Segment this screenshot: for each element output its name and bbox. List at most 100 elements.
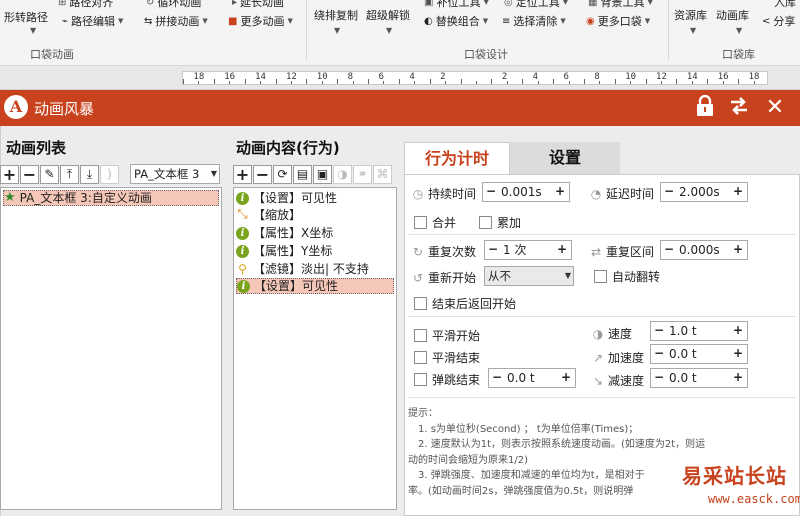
list-item[interactable]: i 【属性】X坐标 [236, 225, 337, 241]
ribbon-stitch-anim[interactable]: ⇆ 拼接动画 ▼ [144, 13, 208, 29]
ribbon-bg-tool[interactable]: ▦ 背景工具 ▼ [588, 0, 653, 10]
bounce-value[interactable]: 0.0 t [505, 369, 557, 387]
list-item[interactable]: ⚲ 【滤镜】淡出| 不支持 [236, 261, 373, 277]
delay-stepper[interactable]: −2.000s + [660, 182, 748, 202]
object-select[interactable]: PA_文本框 3 ▼ [130, 164, 220, 184]
plus-icon[interactable]: + [729, 369, 747, 387]
plus-icon[interactable]: + [729, 183, 747, 201]
restart-select[interactable]: 从不 ▼ [484, 266, 574, 286]
minus-icon[interactable]: − [651, 322, 667, 340]
minus-icon[interactable]: − [651, 369, 667, 387]
add-icon[interactable]: + [233, 165, 252, 184]
ribbon-more-anim[interactable]: ■ 更多动画 ▼ [228, 13, 293, 29]
checkbox-box[interactable] [414, 297, 427, 310]
merge-checkbox[interactable]: 合并 [414, 214, 456, 231]
move-bottom-icon[interactable]: ⤓ [80, 165, 99, 184]
move-top-icon[interactable]: ⤒ [60, 165, 79, 184]
remove-icon[interactable]: − [20, 165, 39, 184]
checkbox-box[interactable] [479, 216, 492, 229]
checkbox-box[interactable] [414, 351, 427, 364]
duration-stepper[interactable]: −0.001s + [482, 182, 570, 202]
edit-icon[interactable]: ✎ [40, 165, 59, 184]
decel-value[interactable]: 0.0 t [667, 369, 729, 387]
ribbon-select-clear[interactable]: ≡ 选择清除 ▼ [502, 13, 566, 29]
ribbon-wrap-copy[interactable]: 绕排复制 [314, 7, 358, 23]
repeat-range-stepper[interactable]: −0.000s + [660, 240, 748, 260]
plus-icon[interactable]: + [557, 369, 575, 387]
bounce-stepper[interactable]: −0.0 t + [488, 368, 576, 388]
ribbon-shape-to-path[interactable]: 形转路径 [4, 9, 48, 25]
ribbon-import[interactable]: 入库 [774, 0, 796, 10]
smooth-start-checkbox[interactable]: 平滑开始 [414, 327, 480, 344]
plus-icon[interactable]: + [729, 345, 747, 363]
minus-icon[interactable]: − [483, 183, 499, 201]
divider [408, 316, 796, 317]
repeat-range-value[interactable]: 0.000s [677, 241, 729, 259]
copy-icon[interactable]: ▤ [293, 165, 312, 184]
minus-icon[interactable]: − [489, 369, 505, 387]
close-icon[interactable]: ✕ [762, 95, 788, 121]
checkbox-box[interactable] [414, 329, 427, 342]
ribbon-share[interactable]: < 分享 [762, 13, 795, 29]
list-item[interactable]: i 【设置】可见性 [236, 278, 394, 294]
plus-icon[interactable]: + [551, 183, 569, 201]
command-icon[interactable]: ⌘ [373, 165, 392, 184]
ruler[interactable]: 18 16 14 12 10 8 6 4 2 2 4 6 8 10 12 14 16 18 [182, 71, 768, 85]
link-icon[interactable]: ⚭ [353, 165, 372, 184]
repeat-value[interactable]: 1 次 [501, 241, 553, 259]
add-icon[interactable]: + [0, 165, 19, 184]
ribbon-fill-tool[interactable]: ▣ 补位工具 ▼ [424, 0, 489, 10]
plus-icon[interactable]: + [729, 241, 747, 259]
refresh-icon[interactable] [726, 95, 752, 121]
list-item[interactable]: ⤡ 【缩放】 [236, 207, 305, 223]
loop-icon[interactable]: ⟳ [273, 165, 292, 184]
accel-stepper[interactable]: −0.0 t + [650, 344, 748, 364]
ribbon-loop-anim[interactable]: ↻ 循环动画 [146, 0, 201, 10]
remove-icon[interactable]: − [253, 165, 272, 184]
bracket-icon[interactable]: ) [100, 165, 119, 184]
return-checkbox[interactable]: 结束后返回开始 [414, 295, 516, 312]
checkbox-box[interactable] [594, 270, 607, 283]
ribbon-resource-lib[interactable]: 资源库 [674, 7, 707, 23]
duration-value[interactable]: 0.001s [499, 183, 551, 201]
auto-reverse-checkbox[interactable]: 自动翻转 [594, 268, 660, 285]
ribbon-locate-tool[interactable]: ◎ 定位工具 ▼ [504, 0, 568, 10]
paste-icon[interactable]: ▣ [313, 165, 332, 184]
repeat-stepper[interactable]: −1 次 + [484, 240, 572, 260]
anim-content-list[interactable]: i 【设置】可见性 ⤡ 【缩放】 i 【属性】X坐标 i 【属性】Y坐标 ⚲ 【滤镜】淡出… [233, 187, 397, 510]
speed-stepper[interactable]: −1.0 t + [650, 321, 748, 341]
anim-list-item[interactable]: ★ PA_文本框 3:自定义动画 [3, 190, 219, 206]
fill-tool-icon: ▣ [424, 0, 434, 8]
ribbon-extend-anim[interactable]: ▸ 延长动画 [232, 0, 284, 10]
accel-value[interactable]: 0.0 t [667, 345, 729, 363]
speed-value[interactable]: 1.0 t [667, 322, 729, 340]
minus-icon[interactable]: − [661, 183, 677, 201]
ribbon-more-pocket[interactable]: ◉ 更多口袋 ▼ [586, 13, 650, 29]
ribbon-replace-group[interactable]: ◐ 替换组合 ▼ [424, 13, 488, 29]
tab-settings[interactable]: 设置 [510, 142, 620, 174]
ribbon-super-unlock[interactable]: 超级解锁 [366, 7, 410, 23]
anim-list[interactable]: ★ PA_文本框 3:自定义动画 [0, 187, 222, 510]
contrast-icon[interactable]: ◑ [333, 165, 352, 184]
repeat-range-label-text: 重复区间 [606, 245, 655, 259]
plus-icon[interactable]: + [729, 322, 747, 340]
list-item[interactable]: i 【属性】Y坐标 [236, 243, 336, 259]
minus-icon[interactable]: − [485, 241, 501, 259]
list-item[interactable]: i 【设置】可见性 [236, 190, 341, 206]
bounce-end-checkbox[interactable]: 弹跳结束 [414, 371, 480, 388]
checkbox-box[interactable] [414, 373, 427, 386]
minus-icon[interactable]: − [651, 345, 667, 363]
decel-stepper[interactable]: −0.0 t + [650, 368, 748, 388]
checkbox-box[interactable] [414, 216, 427, 229]
minus-icon[interactable]: − [661, 241, 677, 259]
accumulate-checkbox[interactable]: 累加 [479, 214, 521, 231]
ribbon-anim-lib[interactable]: 动画库 [716, 7, 749, 23]
plus-icon[interactable]: + [553, 241, 571, 259]
ribbon-path-edit[interactable]: ⌁ 路径编辑 ▼ [62, 13, 123, 29]
group-pocket-design: 口袋设计 [464, 48, 508, 61]
lock-icon[interactable] [692, 94, 718, 121]
tab-timing[interactable]: 行为计时 [404, 142, 510, 174]
ribbon-path-align[interactable]: ⊞ 路径对齐 [58, 0, 113, 10]
delay-value[interactable]: 2.000s [677, 183, 729, 201]
smooth-end-checkbox[interactable]: 平滑结束 [414, 349, 480, 366]
